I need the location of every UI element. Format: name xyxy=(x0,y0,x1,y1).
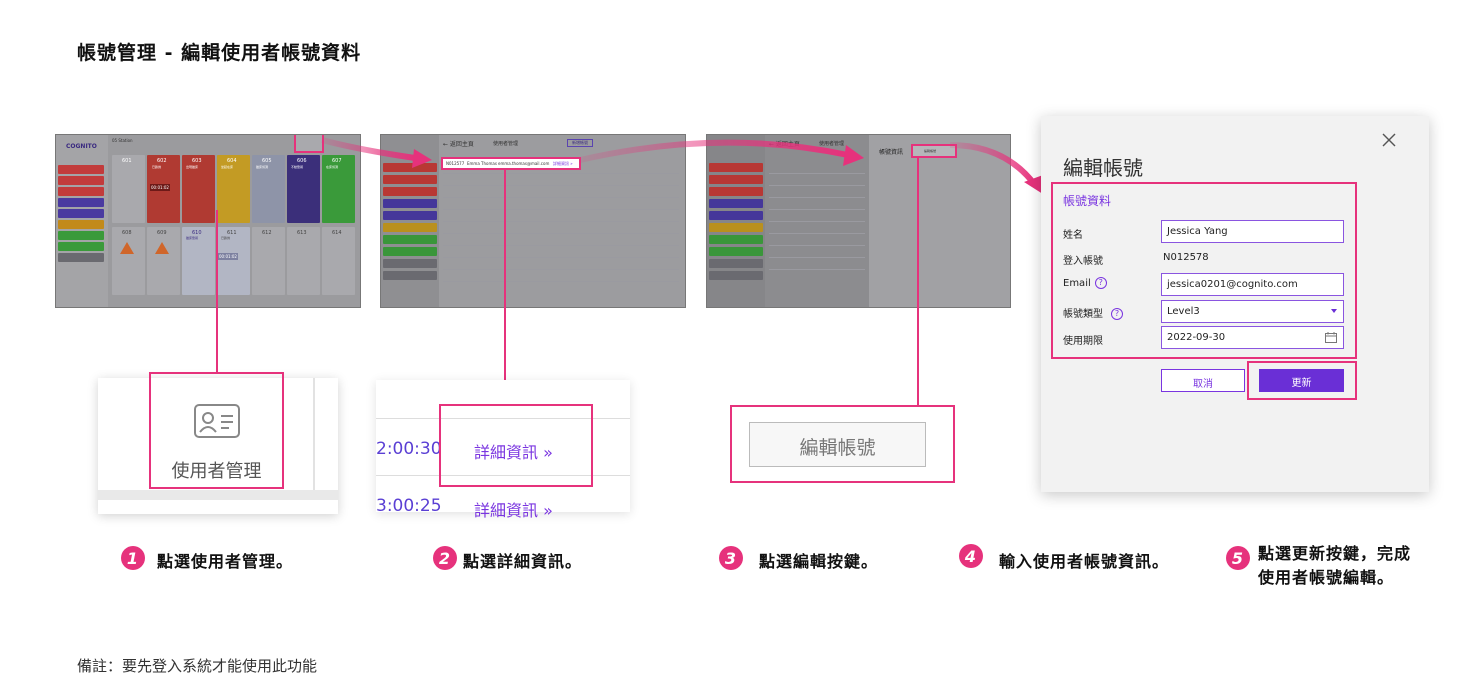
arrow-1 xyxy=(321,137,416,161)
row-time: 3:00:25 xyxy=(376,496,442,516)
cancel-button[interactable]: 取消 xyxy=(1161,369,1245,392)
edit-account-button-zoom[interactable]: 編輯帳號 xyxy=(749,422,926,467)
type-label: 帳號類型? xyxy=(1063,305,1123,320)
update-button[interactable]: 更新 xyxy=(1259,369,1344,392)
footnote: 備註：要先登入系統才能使用此功能 xyxy=(77,657,318,675)
login-value: N012578 xyxy=(1163,252,1209,263)
email-field[interactable]: jessica0201@cognito.com xyxy=(1161,273,1344,296)
help-icon[interactable]: ? xyxy=(1094,277,1107,289)
expiry-date-field[interactable]: 2022-09-30 xyxy=(1161,326,1344,349)
type-label-text: 帳號類型 xyxy=(1063,309,1103,320)
name-field[interactable]: Jessica Yang xyxy=(1161,220,1344,243)
step-text-line: 使用者帳號編輯。 xyxy=(1258,568,1395,587)
step-5: 5 點選更新按鍵，完成 使用者帳號編輯。 xyxy=(1226,544,1411,590)
expiry-date-value: 2022-09-30 xyxy=(1167,332,1226,343)
expiry-label: 使用期限 xyxy=(1063,336,1103,347)
row-time: 2:00:30 xyxy=(376,439,442,459)
help-icon[interactable]: ? xyxy=(1111,308,1123,320)
step-2: 2 點選詳細資訊。 xyxy=(433,546,582,572)
step-number: 4 xyxy=(959,544,983,568)
step-text: 點選詳細資訊。 xyxy=(463,552,583,571)
close-icon[interactable] xyxy=(1381,132,1397,148)
connector-line xyxy=(216,210,218,373)
arrow-2 xyxy=(579,139,849,163)
cancel-label: 取消 xyxy=(1193,379,1213,390)
dropdown-caret-icon xyxy=(1331,309,1337,313)
account-type-select[interactable]: Level3 xyxy=(1161,300,1344,323)
user-management-highlight[interactable]: 使用者管理 xyxy=(149,372,284,489)
arrow-1-head xyxy=(412,149,432,168)
dialog-title: 編輯帳號 xyxy=(1063,156,1143,180)
step-text: 點選編輯按鍵。 xyxy=(759,552,879,571)
step-number: 3 xyxy=(719,546,743,570)
user-management-label: 使用者管理 xyxy=(171,461,262,482)
detail-link[interactable]: 詳細資訊 » xyxy=(474,497,553,521)
step-number: 5 xyxy=(1226,546,1250,570)
connector-line xyxy=(504,168,506,405)
arrow-3 xyxy=(949,142,1038,187)
arrow-2-head xyxy=(843,145,864,166)
email-label: Email? xyxy=(1063,277,1107,289)
edit-account-label: 編輯帳號 xyxy=(799,437,876,459)
step-3: 3 點選編輯按鍵。 xyxy=(719,546,878,572)
update-label: 更新 xyxy=(1291,378,1312,389)
connector-line xyxy=(917,158,919,406)
id-card-icon xyxy=(194,404,240,438)
edit-button-highlight: 編輯帳號 xyxy=(730,405,955,483)
step-text-line: 點選更新按鍵，完成 xyxy=(1258,544,1412,563)
step-number: 2 xyxy=(433,546,457,570)
login-label: 登入帳號 xyxy=(1063,256,1103,267)
step-1: 1 點選使用者管理。 xyxy=(121,546,293,572)
step-text: 輸入使用者帳號資訊。 xyxy=(999,552,1170,571)
email-label-text: Email xyxy=(1063,278,1091,289)
step-number: 1 xyxy=(121,546,145,570)
edit-account-dialog: 編輯帳號 帳號資料 姓名 Jessica Yang 登入帳號 N012578 E… xyxy=(1041,116,1429,492)
detail-link-highlight[interactable]: 詳細資訊 » xyxy=(439,404,593,487)
calendar-icon[interactable] xyxy=(1325,332,1337,343)
account-type-value: Level3 xyxy=(1167,306,1200,317)
name-label: 姓名 xyxy=(1063,230,1083,241)
step-4: 4 輸入使用者帳號資訊。 xyxy=(959,544,1169,572)
detail-link[interactable]: 詳細資訊 » xyxy=(474,439,553,463)
step-text: 點選使用者管理。 xyxy=(157,552,294,571)
section-title: 帳號資料 xyxy=(1063,194,1112,208)
